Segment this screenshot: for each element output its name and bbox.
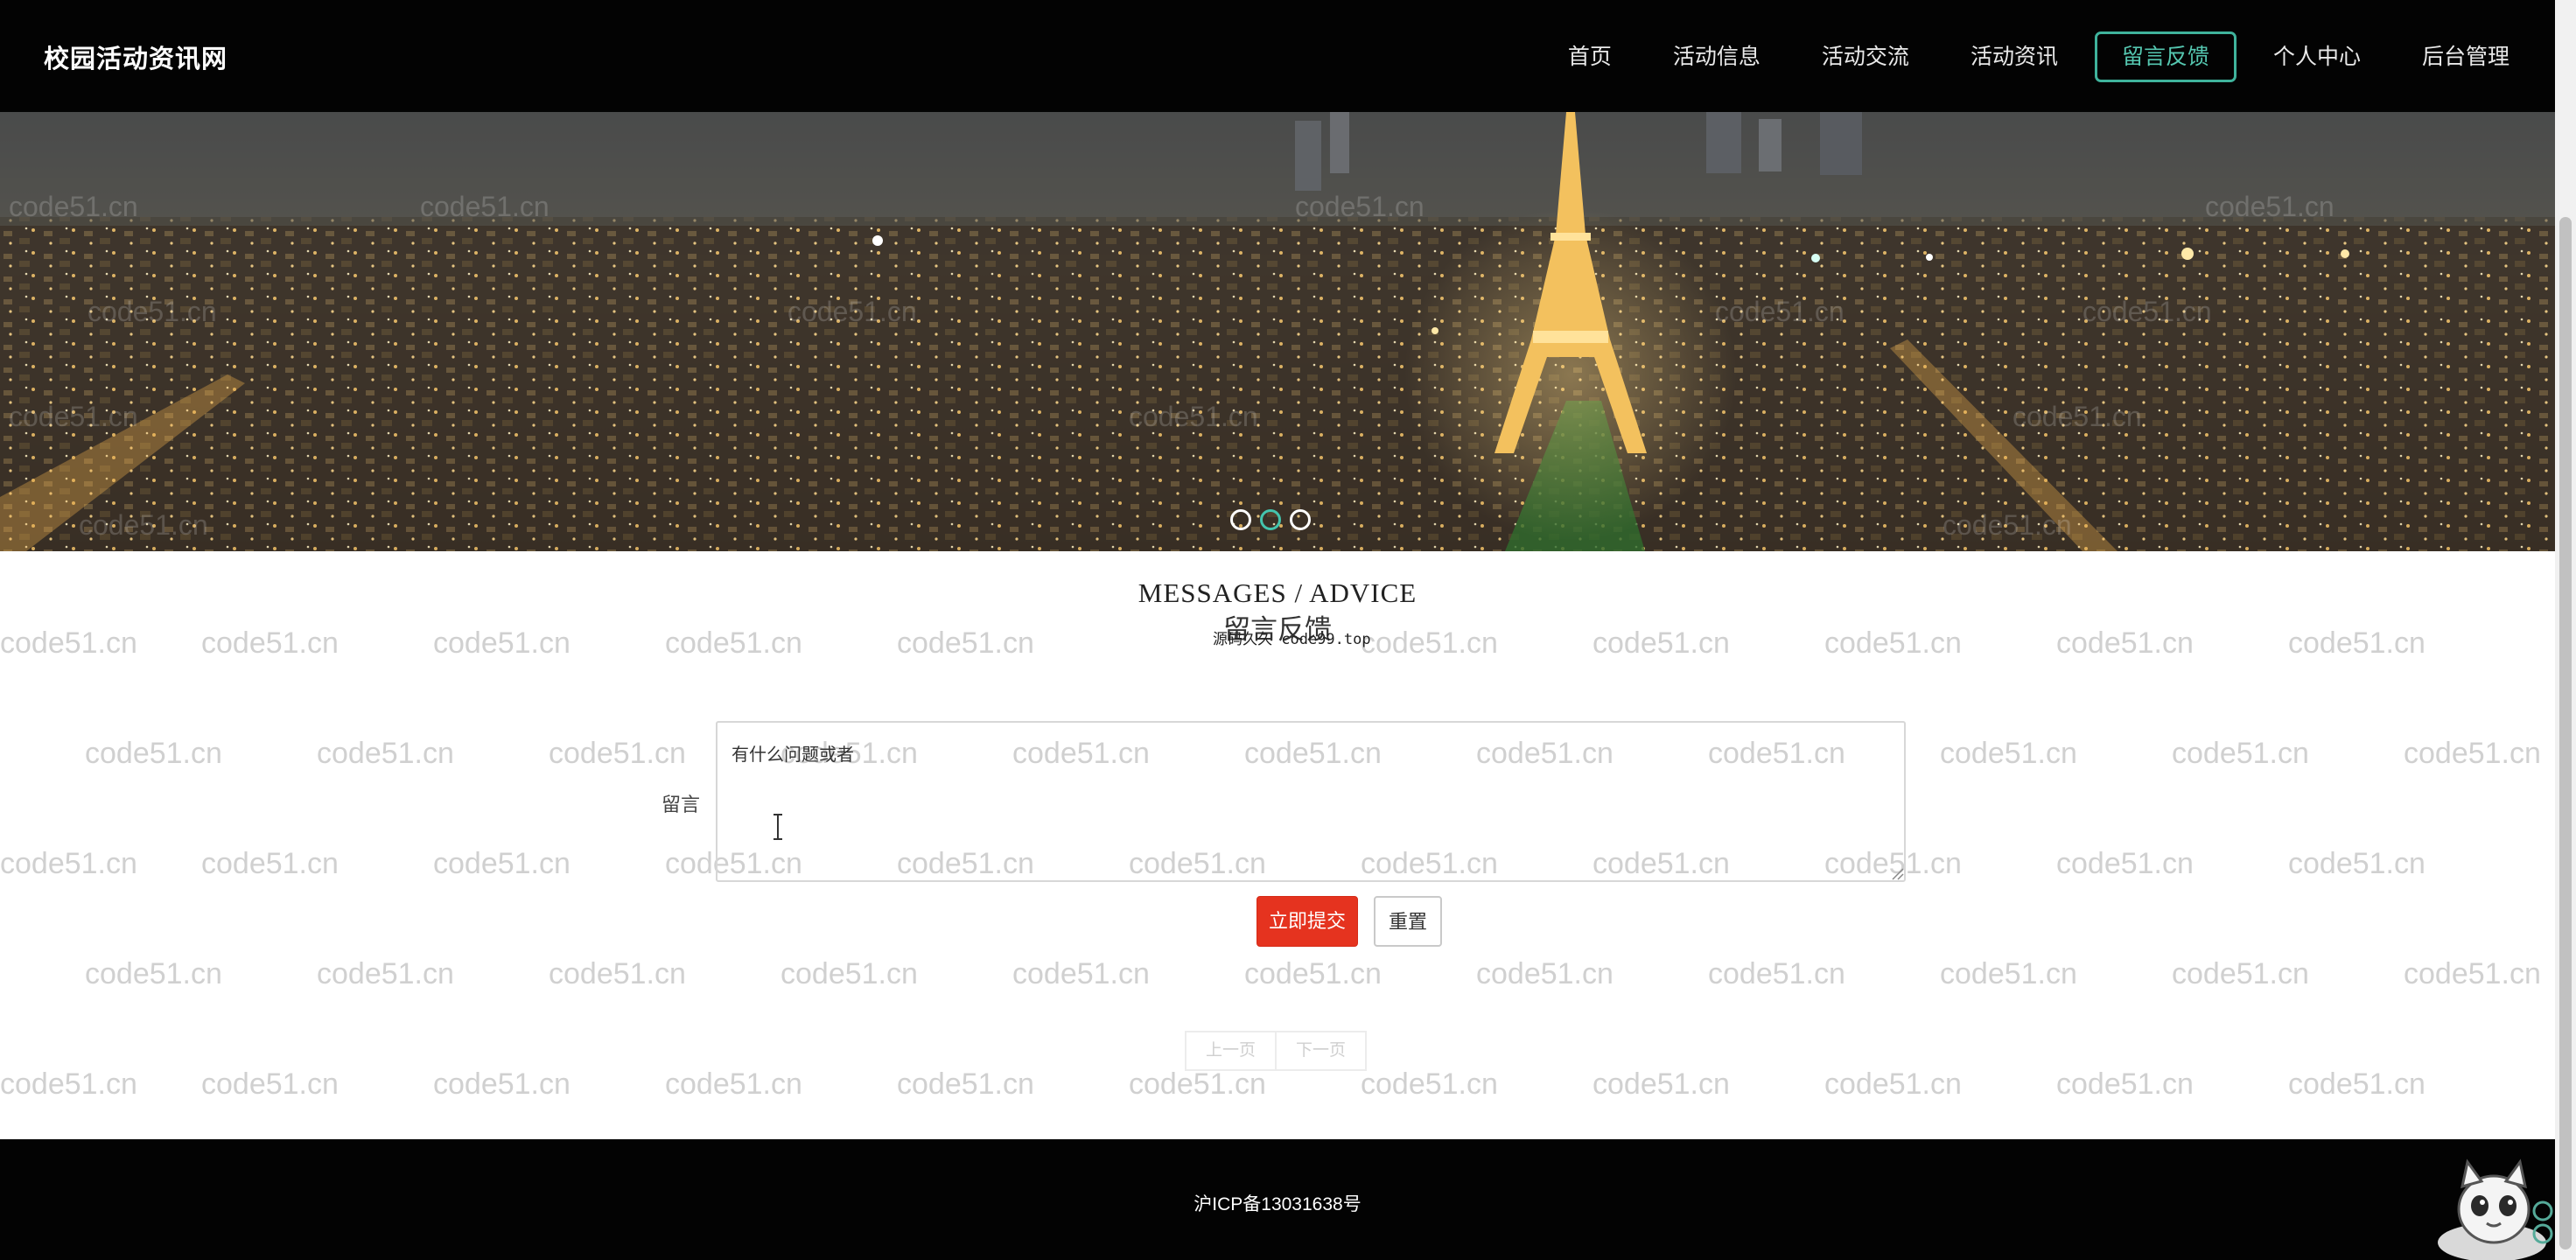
watermark: code51.cn xyxy=(2404,737,2541,770)
watermark: code51.cn xyxy=(1940,737,2077,770)
watermark: code51.cn xyxy=(433,847,570,880)
watermark: code51.cn xyxy=(433,1068,570,1101)
reset-button[interactable]: 重置 xyxy=(1374,896,1442,947)
watermark: code51.cn xyxy=(2172,957,2309,990)
watermark: code51.cn xyxy=(0,847,137,880)
watermark: code51.cn xyxy=(317,957,454,990)
watermark: code51.cn xyxy=(1592,1068,1730,1101)
nav-item-personal-center[interactable]: 个人中心 xyxy=(2249,32,2385,82)
watermark: code51.cn xyxy=(549,737,686,770)
watermark: code51.cn xyxy=(780,957,918,990)
nav-item-activity-news[interactable]: 活动资讯 xyxy=(1946,32,2082,82)
watermark: code51.cn xyxy=(2288,1068,2426,1101)
watermark: code51.cn xyxy=(549,957,686,990)
watermark: code51.cn xyxy=(1129,1068,1266,1101)
section-title-en: MESSAGES / ADVICE xyxy=(1138,578,1418,608)
watermark: code51.cn xyxy=(1361,1068,1498,1101)
mascot-widget-icon[interactable] xyxy=(2429,1158,2555,1260)
message-label: 留言 xyxy=(662,794,701,816)
top-navbar: 校园活动资讯网 首页 活动信息 活动交流 活动资讯 留言反馈 个人中心 后台管理 xyxy=(0,0,2555,112)
watermark: code51.cn xyxy=(85,737,222,770)
carousel-dots xyxy=(1230,509,1311,530)
next-page-button[interactable]: 下一页 xyxy=(1275,1031,1368,1071)
nav-item-activity-exchange[interactable]: 活动交流 xyxy=(1797,32,1934,82)
watermark: code51.cn xyxy=(1244,957,1382,990)
watermark: code51.cn xyxy=(85,957,222,990)
page: 校园活动资讯网 首页 活动信息 活动交流 活动资讯 留言反馈 个人中心 后台管理 xyxy=(0,0,2576,1260)
footer: 沪ICP备13031638号 xyxy=(0,1139,2555,1260)
prev-page-button[interactable]: 上一页 xyxy=(1185,1031,1278,1071)
watermark: code51.cn xyxy=(897,1068,1034,1101)
watermark: code51.cn xyxy=(2288,847,2426,880)
resize-grip-icon[interactable] xyxy=(1890,866,1904,880)
page-scrollbar[interactable] xyxy=(2555,0,2576,1260)
carousel-dot-2[interactable] xyxy=(1260,509,1281,530)
watermark: code51.cn xyxy=(1824,1068,1962,1101)
watermark: code51.cn xyxy=(317,737,454,770)
watermark: code51.cn xyxy=(0,1068,137,1101)
nav-item-home[interactable]: 首页 xyxy=(1544,32,1636,82)
watermark: code51.cn xyxy=(2172,737,2309,770)
watermark: code51.cn xyxy=(2404,957,2541,990)
nav-item-feedback[interactable]: 留言反馈 xyxy=(2094,32,2236,82)
message-textarea[interactable]: 有什么问题或者 xyxy=(716,721,1906,882)
main-nav: 首页 活动信息 活动交流 活动资讯 留言反馈 个人中心 后台管理 xyxy=(1531,32,2534,82)
watermark: code51.cn xyxy=(2056,1068,2194,1101)
carousel-dot-1[interactable] xyxy=(1230,509,1251,530)
watermark: code51.cn xyxy=(1476,957,1614,990)
scrollbar-thumb[interactable] xyxy=(2559,217,2572,1250)
nav-item-admin[interactable]: 后台管理 xyxy=(2398,32,2534,82)
icp-record[interactable]: 沪ICP备13031638号 xyxy=(0,1190,2555,1216)
watermark: code51.cn xyxy=(1012,957,1150,990)
hero-banner: code51.cn code51.cn code51.cn code51.cn … xyxy=(0,112,2555,551)
watermark: code51.cn xyxy=(201,847,339,880)
watermark: code51.cn xyxy=(201,1068,339,1101)
watermark: code51.cn xyxy=(1708,957,1845,990)
watermark: code51.cn xyxy=(665,1068,802,1101)
watermark: code51.cn xyxy=(2056,847,2194,880)
pagination: 上一页 下一页 xyxy=(1185,1031,1368,1071)
carousel-dot-3[interactable] xyxy=(1290,509,1311,530)
submit-button[interactable]: 立即提交 xyxy=(1256,896,1358,947)
site-title[interactable]: 校园活动资讯网 xyxy=(44,38,228,75)
watermark: code51.cn xyxy=(1940,957,2077,990)
nav-item-activity-info[interactable]: 活动信息 xyxy=(1648,32,1785,82)
text-cursor-icon xyxy=(774,814,782,840)
city-night-image xyxy=(0,112,2555,551)
overlay-watermark-text: 源码久久 code99.top xyxy=(1213,631,1371,648)
